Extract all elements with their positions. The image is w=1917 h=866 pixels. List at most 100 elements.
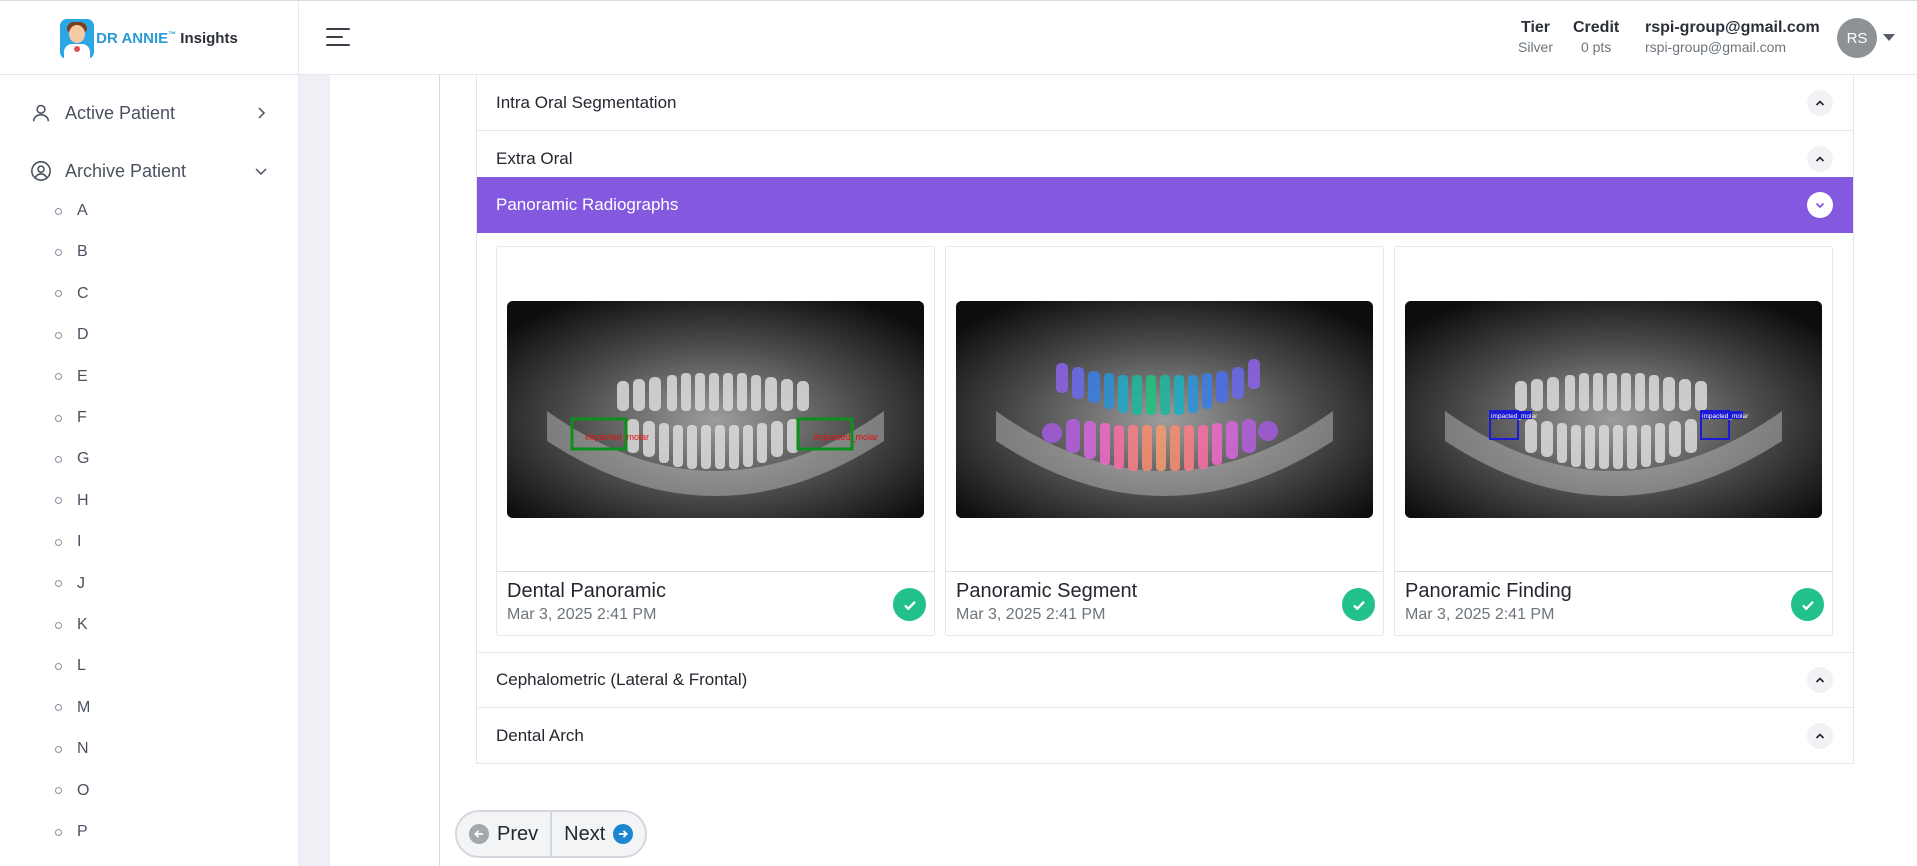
brand-logo-icon	[60, 18, 95, 59]
archive-letter-b[interactable]: B	[55, 237, 88, 267]
accordion-title: Dental Arch	[496, 725, 584, 745]
accordion-intra-oral-segmentation[interactable]: Intra Oral Segmentation	[477, 75, 1853, 131]
bullet-icon	[55, 207, 62, 215]
sidebar-item-active-patient[interactable]: Active Patient	[0, 89, 299, 137]
card-date: Mar 3, 2025 2:41 PM	[507, 606, 657, 623]
chevron-up-icon[interactable]	[1807, 145, 1833, 172]
user-circle-icon	[31, 161, 51, 181]
archive-letter-label: H	[77, 491, 89, 509]
prev-button[interactable]: Prev	[457, 812, 553, 856]
brand[interactable]: DR ANNIE™ Insights	[0, 1, 299, 76]
archive-letter-e[interactable]: E	[55, 362, 88, 392]
archive-letter-m[interactable]: M	[55, 693, 90, 723]
bullet-icon	[55, 662, 62, 670]
archive-letter-g[interactable]: G	[55, 444, 89, 474]
user-name: rspi-group@gmail.com	[1645, 19, 1820, 36]
accordion-title: Intra Oral Segmentation	[496, 92, 677, 112]
accordion-title: Panoramic Radiographs	[496, 195, 679, 214]
chevron-up-icon[interactable]	[1807, 722, 1833, 749]
xray-image[interactable]: impacted_molar impacted_molar	[507, 301, 924, 518]
box-label: impacted_molar	[585, 432, 649, 442]
chevron-right-icon	[258, 107, 266, 119]
avatar[interactable]: RS	[1837, 18, 1877, 58]
credit-stat: Credit 0 pts	[1573, 19, 1619, 55]
tier-stat: Tier Silver	[1518, 19, 1553, 55]
card-title: Panoramic Segment	[956, 580, 1138, 602]
archive-letter-label: K	[77, 616, 88, 633]
box-label: impacted_molar	[1491, 413, 1538, 420]
box-label: impacted_molar	[1702, 413, 1749, 420]
media-accordion: Intra Oral Segmentation Extra Oral Panor…	[476, 75, 1854, 764]
archive-letter-label: M	[77, 698, 91, 716]
archive-letter-label: F	[77, 409, 87, 426]
box-label: impacted_molar	[814, 432, 878, 442]
arrow-left-icon	[469, 824, 489, 844]
chevron-down-icon[interactable]	[1807, 192, 1833, 218]
bullet-icon	[55, 248, 62, 256]
tier-label: Tier	[1520, 19, 1551, 36]
sidebar-item-archive-patient[interactable]: Archive Patient	[0, 147, 299, 195]
archive-letter-c[interactable]: C	[55, 279, 89, 309]
credit-label: Credit	[1573, 19, 1620, 36]
check-circle-icon	[1791, 588, 1824, 621]
xray-image[interactable]: impacted_molar impacted_molar	[1405, 301, 1822, 518]
archive-letter-h[interactable]: H	[55, 486, 89, 516]
archive-letter-label: E	[77, 367, 88, 385]
next-label: Next	[564, 822, 606, 845]
menu-toggle-icon[interactable]	[326, 28, 350, 48]
xray-image[interactable]	[956, 301, 1373, 518]
card-date: Mar 3, 2025 2:41 PM	[1405, 606, 1555, 623]
user-email: rspi-group@gmail.com	[1645, 39, 1787, 55]
archive-letter-o[interactable]: O	[55, 776, 89, 806]
accordion-title: Extra Oral	[496, 148, 573, 168]
archive-letter-label: N	[77, 740, 89, 758]
accordion-cephalometric[interactable]: Cephalometric (Lateral & Frontal)	[477, 652, 1853, 708]
credit-value: 0 pts	[1580, 39, 1612, 55]
sidebar-item-label: Active Patient	[65, 102, 176, 123]
archive-letter-l[interactable]: L	[55, 651, 86, 681]
card-dental-panoramic[interactable]: impacted_molar impacted_molar Dental Pan…	[496, 246, 935, 636]
archive-letter-n[interactable]: N	[55, 734, 89, 764]
sidebar: Active Patient Archive Patient A B C D E F G H I…	[0, 75, 299, 866]
check-circle-icon	[1342, 588, 1375, 621]
bullet-icon	[55, 497, 62, 505]
accordion-panoramic-radiographs[interactable]: Panoramic Radiographs	[477, 177, 1853, 233]
card-date: Mar 3, 2025 2:41 PM	[956, 606, 1106, 623]
bullet-icon	[55, 414, 62, 422]
archive-letter-j[interactable]: J	[55, 569, 85, 599]
bullet-icon	[55, 290, 62, 298]
card-title: Dental Panoramic	[507, 580, 666, 602]
brand-name: DR ANNIE™ Insights	[96, 30, 238, 47]
archive-letter-i[interactable]: I	[55, 527, 81, 557]
archive-letter-f[interactable]: F	[55, 403, 87, 433]
card-panoramic-segment[interactable]: Panoramic Segment Mar 3, 2025 2:41 PM	[945, 246, 1384, 636]
arrow-right-icon	[613, 824, 634, 844]
sidebar-item-label: Archive Patient	[65, 160, 187, 181]
check-circle-icon	[893, 588, 926, 621]
bullet-icon	[55, 704, 62, 712]
card-panoramic-finding[interactable]: impacted_molar impacted_molar Panoramic …	[1394, 246, 1833, 636]
divider	[439, 75, 440, 866]
archive-letter-label: O	[77, 781, 90, 799]
caret-down-icon[interactable]	[1883, 34, 1895, 41]
next-button[interactable]: Next	[552, 812, 646, 856]
archive-letter-d[interactable]: D	[55, 320, 89, 350]
archive-letter-label: C	[77, 284, 89, 302]
archive-letter-label: B	[77, 243, 88, 261]
user-info[interactable]: rspi-group@gmail.com rspi-group@gmail.co…	[1645, 19, 1820, 55]
chevron-up-icon[interactable]	[1807, 89, 1833, 116]
archive-letter-label: L	[77, 657, 86, 675]
archive-letter-label: P	[77, 823, 88, 840]
bullet-icon	[55, 373, 62, 381]
archive-letter-a[interactable]: A	[55, 196, 88, 226]
bullet-icon	[55, 331, 62, 339]
archive-letter-k[interactable]: K	[55, 610, 88, 640]
archive-letter-label: A	[77, 202, 88, 219]
archive-letter-label: G	[77, 450, 90, 468]
tier-value: Silver	[1518, 39, 1554, 55]
chevron-up-icon[interactable]	[1807, 667, 1833, 693]
accordion-dental-arch[interactable]: Dental Arch	[477, 708, 1853, 764]
archive-letter-p[interactable]: P	[55, 817, 88, 847]
pagination: Prev Next	[455, 810, 648, 858]
bullet-icon	[55, 455, 62, 463]
